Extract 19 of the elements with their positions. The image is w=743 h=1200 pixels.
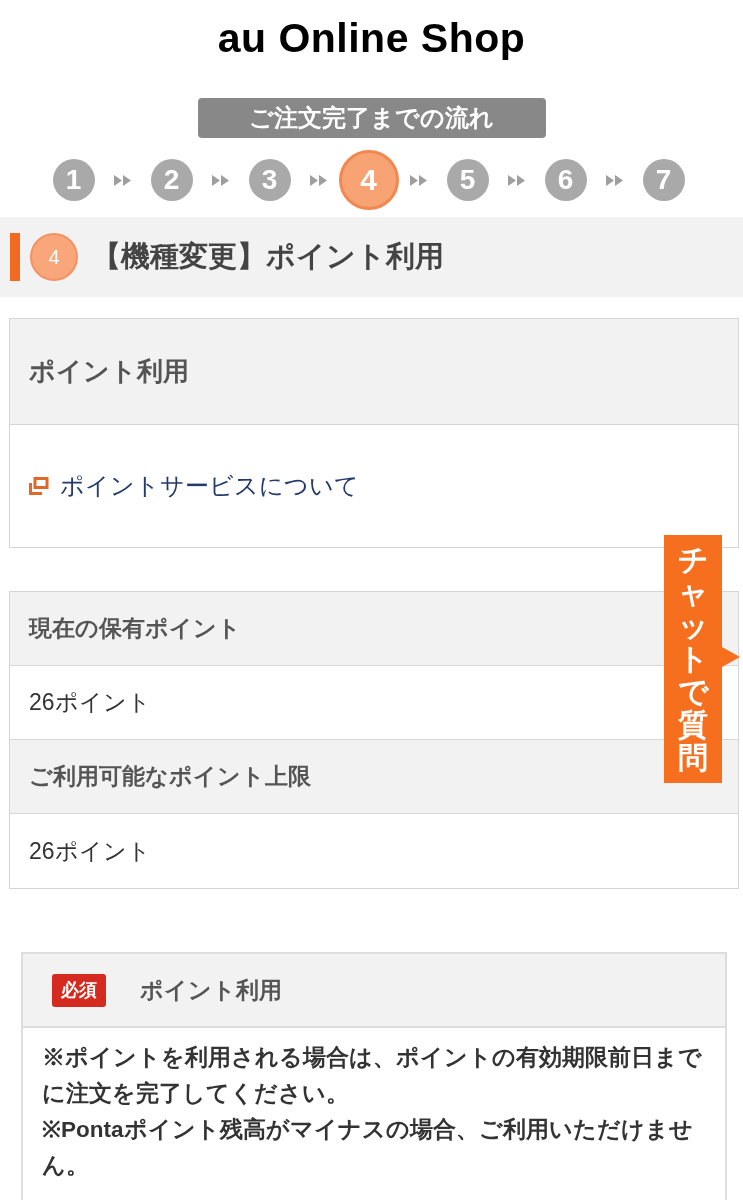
pointer-triangle-icon — [722, 647, 740, 667]
shop-logo[interactable]: au Online Shop — [217, 12, 526, 64]
point-service-link[interactable]: ポイントサービスについて — [29, 468, 359, 504]
double-arrow-icon — [605, 174, 624, 186]
step-badge: 4 — [30, 233, 78, 281]
external-window-icon — [29, 477, 49, 495]
flow-banner: ご注文完了までの流れ — [197, 98, 546, 138]
double-arrow-icon — [211, 174, 230, 186]
accent-bar-icon — [10, 233, 20, 281]
card-title: ポイント利用 — [29, 355, 189, 388]
double-arrow-icon — [309, 174, 328, 186]
note-text: ※ポイントを利用される場合は、ポイントの有効期限前日までに注文を完了してください。 — [42, 1044, 703, 1108]
double-arrow-icon — [113, 174, 132, 186]
card-title: ポイント利用 — [140, 975, 282, 1005]
double-arrow-icon — [507, 174, 526, 186]
note-text: ※Pontaポイント残高がマイナスの場合、ご利用いただけません。 — [42, 1116, 694, 1180]
double-arrow-icon — [409, 174, 428, 186]
section-title: 【機種変更】ポイント利用 — [92, 239, 444, 275]
required-badge: 必須 — [52, 973, 106, 1007]
